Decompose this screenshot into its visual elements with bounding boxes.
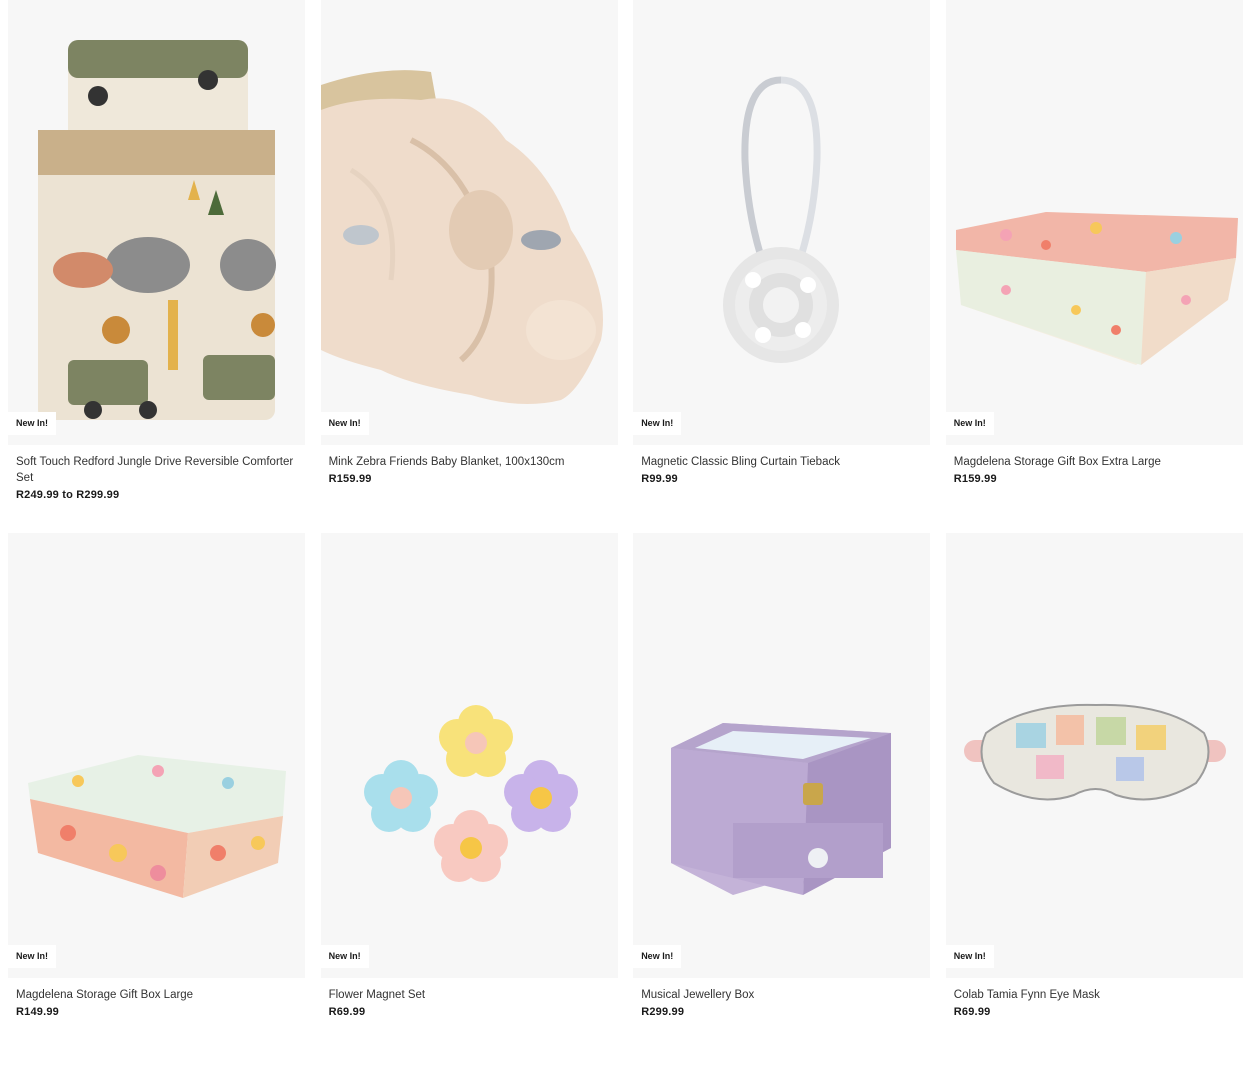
- product-image[interactable]: New In!: [8, 0, 305, 445]
- product-price: R149.99: [16, 1006, 59, 1018]
- comforter-set-image: [38, 40, 276, 420]
- new-in-badge: New In!: [320, 412, 369, 435]
- product-title[interactable]: Colab Tamia Fynn Eye Mask: [954, 987, 1235, 1003]
- product-image[interactable]: New In!: [320, 0, 618, 445]
- product-card[interactable]: New In! Magdelena Storage Gift Box Extra…: [945, 0, 1243, 533]
- product-title[interactable]: Magdelena Storage Gift Box Extra Large: [954, 454, 1235, 470]
- product-price: R69.99: [328, 1006, 366, 1018]
- product-card[interactable]: New In! Musical Jewellery Box R299.99: [633, 533, 931, 1066]
- product-title[interactable]: Musical Jewellery Box: [641, 987, 922, 1003]
- product-image[interactable]: New In!: [633, 533, 931, 978]
- product-image[interactable]: New In!: [633, 0, 931, 445]
- product-image[interactable]: New In!: [945, 533, 1243, 978]
- new-in-badge: New In!: [8, 412, 57, 435]
- product-price: R159.99: [953, 473, 997, 485]
- product-card[interactable]: New In! Mink Zebra Friends Baby Blanket,…: [320, 0, 618, 533]
- gift-box-xl-image: [955, 212, 1238, 365]
- product-card[interactable]: New In! Magnetic Classic Bling Curtain T…: [633, 0, 931, 533]
- baby-blanket-image: [320, 70, 603, 404]
- new-in-badge: New In!: [945, 945, 994, 968]
- product-price: R99.99: [641, 473, 678, 485]
- flower-magnets-image: [363, 705, 578, 882]
- product-price: R69.99: [953, 1006, 991, 1018]
- product-title[interactable]: Magnetic Classic Bling Curtain Tieback: [641, 454, 922, 470]
- product-image[interactable]: New In!: [945, 0, 1243, 445]
- product-title[interactable]: Magdelena Storage Gift Box Large: [16, 987, 297, 1003]
- product-grid: New In! Soft Touch Redford Jungle Drive …: [8, 0, 1243, 1066]
- product-card[interactable]: New In! Colab Tamia Fynn Eye Mask R69.99: [945, 533, 1243, 1066]
- product-image[interactable]: New In!: [320, 533, 618, 978]
- new-in-badge: New In!: [945, 412, 994, 435]
- product-price: R299.99: [641, 1006, 685, 1018]
- new-in-badge: New In!: [320, 945, 369, 968]
- jewellery-box-image: [671, 723, 892, 895]
- gift-box-large-image: [28, 755, 286, 898]
- product-card[interactable]: New In! Magdelena Storage Gift Box Large…: [8, 533, 305, 1066]
- product-image[interactable]: New In!: [8, 533, 305, 978]
- new-in-badge: New In!: [8, 945, 57, 968]
- product-title[interactable]: Mink Zebra Friends Baby Blanket, 100x130…: [329, 454, 610, 470]
- new-in-badge: New In!: [633, 412, 682, 435]
- product-price: R159.99: [328, 473, 372, 485]
- product-card[interactable]: New In! Soft Touch Redford Jungle Drive …: [8, 0, 305, 533]
- eye-mask-image: [963, 703, 1226, 801]
- curtain-tieback-image: [723, 76, 840, 363]
- new-in-badge: New In!: [633, 945, 682, 968]
- product-card[interactable]: New In! Flower Magnet Set R69.99: [320, 533, 618, 1066]
- product-title[interactable]: Flower Magnet Set: [329, 987, 610, 1003]
- product-title[interactable]: Soft Touch Redford Jungle Drive Reversib…: [16, 454, 297, 486]
- product-price: R249.99 to R299.99: [16, 489, 120, 501]
